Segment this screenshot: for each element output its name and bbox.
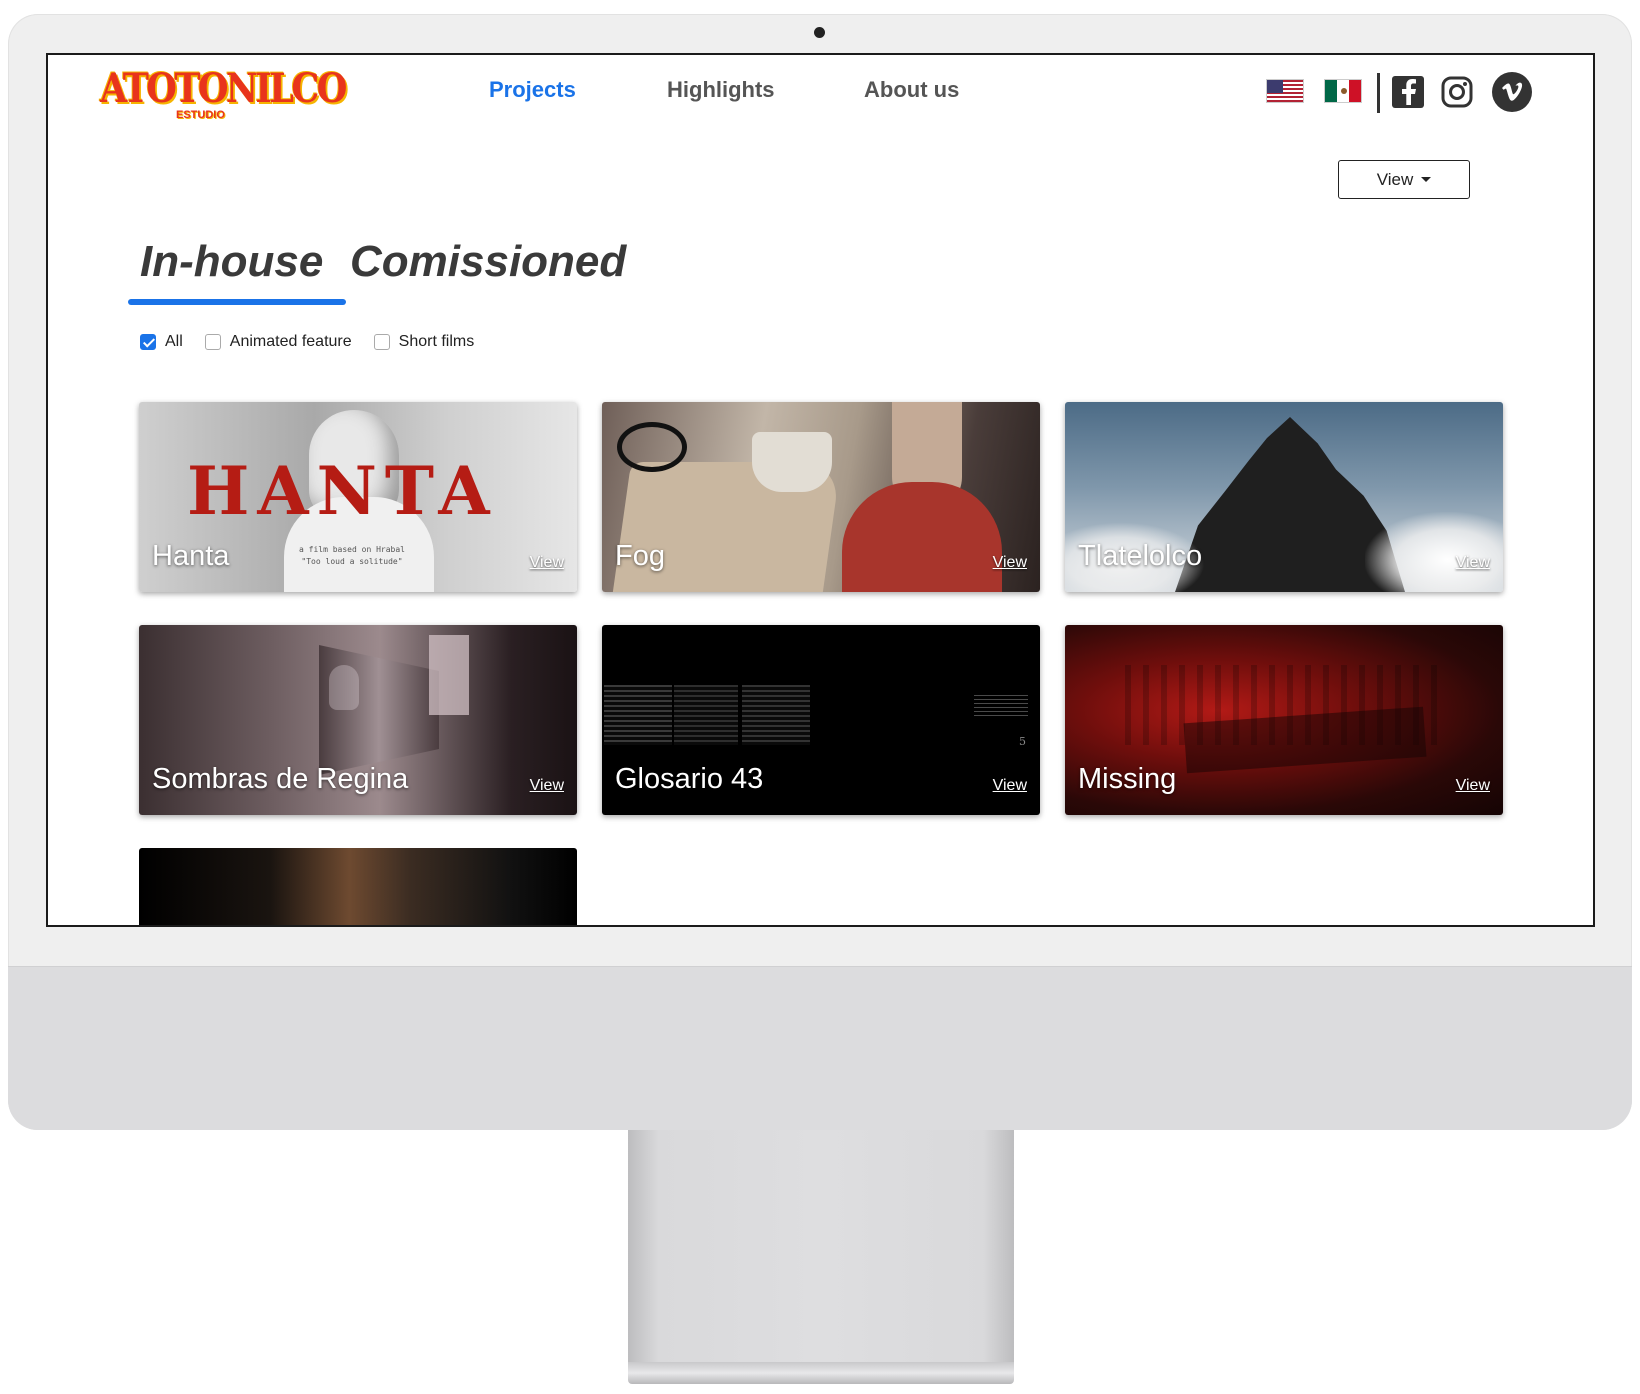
text-page-illustration xyxy=(974,695,1028,719)
cup-illustration xyxy=(752,432,832,492)
text-page-illustration xyxy=(674,685,738,745)
project-view-link[interactable]: View xyxy=(530,554,564,572)
filter-label: Short films xyxy=(398,333,475,350)
text-page-illustration xyxy=(742,685,810,745)
hanta-poster-tagline: a film based on Hrabal "Too loud a solit… xyxy=(287,544,417,568)
browser-viewport: ATOTONILCO ESTUDIO Projects Highlights A… xyxy=(46,53,1595,927)
project-view-link[interactable]: View xyxy=(993,554,1027,572)
tab-comissioned[interactable]: Comissioned xyxy=(350,237,626,287)
device-stand-foot xyxy=(628,1362,1014,1384)
device-stand xyxy=(628,1130,1014,1370)
project-title: Sombras de Regina xyxy=(152,763,409,795)
page-number-text: 5 xyxy=(1019,735,1026,748)
hanta-poster-title: HANTA xyxy=(187,452,498,530)
active-tab-indicator xyxy=(128,299,346,305)
project-view-link[interactable]: View xyxy=(993,777,1027,795)
view-dropdown-label: View xyxy=(1376,169,1414,189)
project-card-fog[interactable]: Fog View xyxy=(602,402,1040,592)
tab-in-house[interactable]: In-house xyxy=(140,237,323,287)
checkbox-short-films[interactable] xyxy=(373,334,390,350)
category-filters: All Animated feature Short films xyxy=(140,331,496,353)
project-view-link[interactable]: View xyxy=(1456,554,1490,572)
project-card-hanta[interactable]: HANTA a film based on Hrabal "Too loud a… xyxy=(139,402,577,592)
logo-subtitle: ESTUDIO xyxy=(176,109,225,121)
view-dropdown-button[interactable]: View xyxy=(1338,160,1470,199)
hallway-illustration xyxy=(319,645,439,775)
filter-short-films[interactable]: Short films xyxy=(373,333,475,351)
filter-label: All xyxy=(165,333,183,350)
vimeo-icon[interactable] xyxy=(1492,72,1532,112)
project-card-glosario-43[interactable]: 5 Glosario 43 View xyxy=(602,625,1040,815)
project-card-sombras-de-regina[interactable]: Sombras de Regina View xyxy=(139,625,577,815)
project-card-partial[interactable] xyxy=(139,848,577,925)
project-view-link[interactable]: View xyxy=(1456,777,1490,795)
caret-down-icon xyxy=(1421,177,1432,182)
project-title: Tlatelolco xyxy=(1078,540,1203,572)
project-title: Fog xyxy=(615,540,665,572)
window-illustration xyxy=(429,635,469,715)
cloud-illustration xyxy=(1365,512,1503,592)
project-card-tlatelolco[interactable]: Tlatelolco View xyxy=(1065,402,1503,592)
filter-animated-feature[interactable]: Animated feature xyxy=(204,333,352,351)
filter-all[interactable]: All xyxy=(140,333,183,351)
mx-flag-icon[interactable] xyxy=(1324,79,1362,103)
us-flag-icon[interactable] xyxy=(1266,79,1304,103)
filter-label: Animated feature xyxy=(229,333,352,350)
project-title: Hanta xyxy=(152,540,230,572)
hanta-tagline-line-2: "Too loud a solitude" xyxy=(301,557,403,566)
instagram-icon[interactable] xyxy=(1441,76,1473,108)
red-scarf-illustration xyxy=(842,482,1002,592)
checkbox-animated-feature[interactable] xyxy=(204,334,221,350)
text-page-illustration xyxy=(604,685,672,745)
nav-about-us[interactable]: About us xyxy=(864,77,959,103)
project-view-link[interactable]: View xyxy=(530,777,564,795)
nav-highlights[interactable]: Highlights xyxy=(667,77,775,103)
device-chin xyxy=(8,966,1632,1130)
camera-icon xyxy=(814,27,825,38)
header-divider xyxy=(1377,73,1380,113)
checkbox-all[interactable] xyxy=(140,334,156,350)
facebook-icon[interactable] xyxy=(1392,76,1424,108)
project-title: Glosario 43 xyxy=(615,763,764,795)
ghost-figure-illustration xyxy=(329,665,359,710)
glasses-illustration xyxy=(617,422,687,472)
project-card-missing[interactable]: Missing View xyxy=(1065,625,1503,815)
hanta-tagline-line-1: a film based on Hrabal xyxy=(299,545,405,554)
nav-projects[interactable]: Projects xyxy=(489,77,576,103)
project-title: Missing xyxy=(1078,763,1177,795)
